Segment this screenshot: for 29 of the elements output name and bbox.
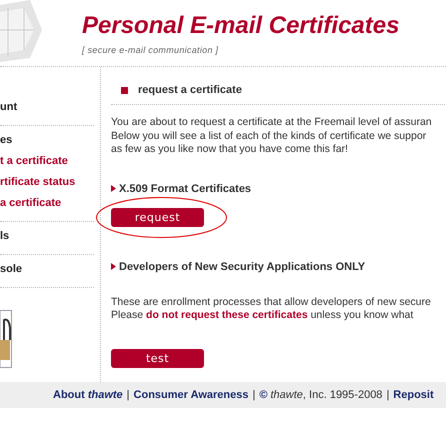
description-text: These are enrollment processes that allow developers of new secure [111, 296, 431, 309]
section-heading: request a certificate [138, 84, 242, 96]
intro-text: Below you will see a list of each of the kinds of certificate we suppor [111, 130, 426, 143]
sidebar-link[interactable]: rtificate status [0, 172, 76, 193]
bullet-icon [121, 86, 128, 94]
triangle-icon [111, 263, 116, 270]
footer-separator: | [252, 389, 256, 401]
copyright-text: © thawte, Inc. 1995-2008 [259, 389, 382, 401]
sidebar-item[interactable]: sole [0, 259, 22, 280]
page-subtitle: [ secure e-mail communication ] [82, 45, 218, 55]
sidebar-link[interactable]: a certificate [0, 193, 62, 214]
triangle-icon [111, 185, 116, 192]
test-button[interactable]: test [111, 348, 204, 368]
intro-text: You are about to request a certificate at the Freemail level of assuran [111, 116, 432, 130]
footer-link[interactable]: Reposit [393, 389, 434, 401]
footer-link[interactable]: About thawte [53, 389, 123, 401]
sidebar-item[interactable]: ls [0, 226, 10, 247]
section-title: Developers of New Security Applications ONLY [119, 260, 366, 272]
intro-text: as few as you like now that you have come this far! [111, 143, 348, 156]
sidebar-item[interactable]: es [0, 130, 12, 151]
section-title: X.509 Format Certificates [119, 182, 252, 194]
description-text: Please do not request these certificates unless you know what [111, 309, 414, 322]
sidebar-link[interactable]: t a certificate [0, 151, 68, 172]
footer-link[interactable]: Consumer Awareness [134, 389, 248, 401]
footer-separator: | [126, 389, 130, 401]
request-button[interactable]: request [111, 208, 204, 226]
page-title: Personal E-mail Certificates [82, 12, 400, 40]
footer-separator: | [386, 389, 390, 401]
sidebar-item[interactable]: unt [0, 97, 18, 118]
